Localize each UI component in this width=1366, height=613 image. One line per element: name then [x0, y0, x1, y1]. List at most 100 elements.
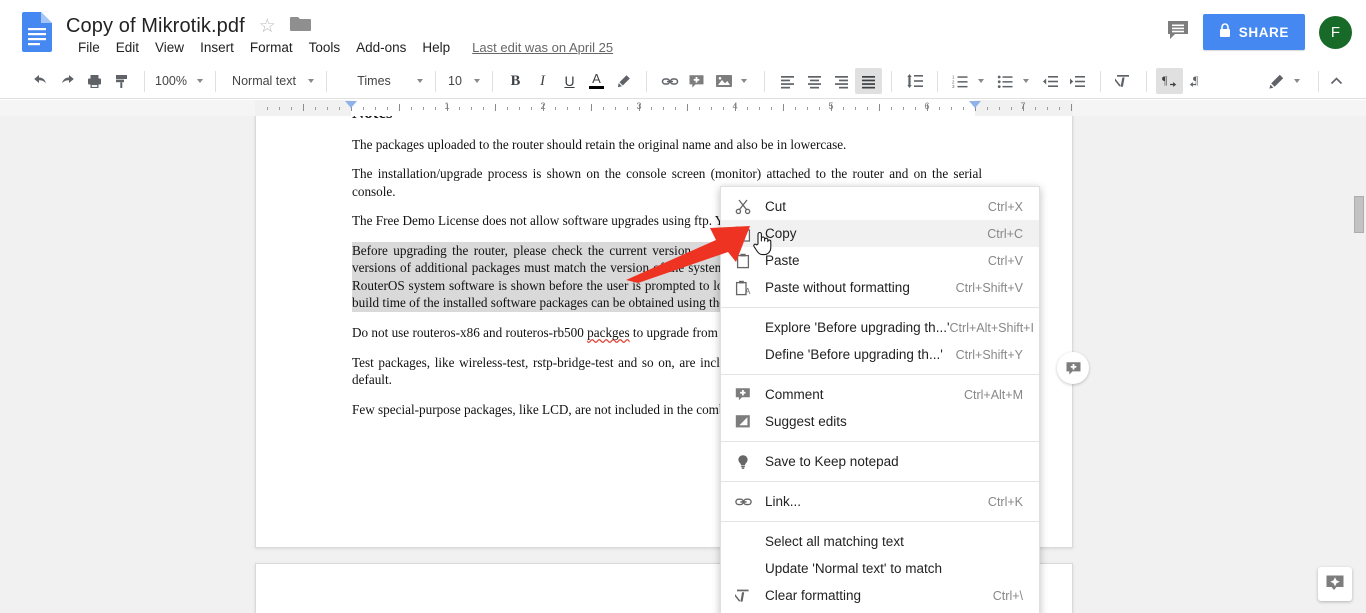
bulleted-list-icon[interactable]	[992, 68, 1019, 94]
toolbar-separator	[215, 70, 216, 92]
cut-scissors-icon	[721, 199, 765, 215]
ruler-tick	[663, 107, 664, 110]
paragraph-style-dropdown[interactable]: Normal text	[220, 68, 322, 94]
context-menu-item-update-normal-text-to-match[interactable]: Update 'Normal text' to match	[721, 555, 1039, 582]
chevron-down-icon	[308, 79, 314, 83]
print-icon[interactable]	[81, 68, 108, 94]
zoom-dropdown[interactable]: 100%	[149, 68, 211, 94]
share-button[interactable]: SHARE	[1202, 14, 1305, 50]
insert-image-icon[interactable]	[710, 68, 737, 94]
context-menu-item-label: Cut	[765, 199, 787, 214]
align-left-icon[interactable]	[774, 68, 801, 94]
bold-label: B	[510, 72, 521, 89]
context-menu-item-paste-without-formatting[interactable]: A Paste without formatting Ctrl+Shift+V	[721, 274, 1039, 301]
misspelled-word[interactable]: packges	[587, 325, 629, 340]
numbered-list-dropdown[interactable]: 123	[947, 68, 992, 94]
star-outline-icon[interactable]: ☆	[259, 17, 276, 36]
paint-format-icon[interactable]	[108, 68, 135, 94]
ruler[interactable]: 1 2 3 4 5 6 7	[255, 100, 1073, 116]
google-docs-icon[interactable]	[22, 12, 52, 52]
decrease-indent-icon[interactable]	[1037, 68, 1064, 94]
insert-image-dropdown[interactable]	[710, 68, 755, 94]
context-menu[interactable]: Cut Ctrl+X Copy Ctrl+C Paste Ctrl+V A Paste wit…	[720, 186, 1040, 613]
page-title[interactable]: Copy of Mikrotik.pdf	[66, 15, 245, 38]
explore-fab[interactable]	[1318, 567, 1352, 601]
context-menu-item-label: Update 'Normal text' to match	[765, 561, 942, 576]
chevron-down-icon	[1294, 79, 1300, 83]
font-size-dropdown[interactable]: 10	[440, 68, 488, 94]
italic-button[interactable]: I	[529, 68, 556, 94]
context-menu-item-define-before-upgrading-th[interactable]: Define 'Before upgrading th...' Ctrl+Shif…	[721, 341, 1039, 368]
ruler-tick	[675, 107, 676, 110]
link-icon[interactable]	[656, 68, 683, 94]
context-menu-item-paste[interactable]: Paste Ctrl+V	[721, 247, 1039, 274]
ruler-tick	[423, 107, 424, 110]
bulleted-list-dropdown[interactable]	[992, 68, 1037, 94]
vertical-scrollbar[interactable]	[1352, 116, 1366, 613]
context-menu-item-shortcut: Ctrl+X	[987, 199, 1023, 214]
share-label: SHARE	[1238, 24, 1289, 40]
menu-file[interactable]: File	[70, 39, 108, 56]
document-canvas: Notes The packages uploaded to the router…	[0, 116, 1352, 613]
numbered-list-icon[interactable]: 123	[947, 68, 974, 94]
menu-tools[interactable]: Tools	[301, 39, 349, 56]
menu-view[interactable]: View	[147, 39, 192, 56]
menu-edit[interactable]: Edit	[108, 39, 147, 56]
avatar[interactable]: F	[1319, 15, 1352, 49]
ruler-tick	[279, 107, 280, 110]
add-comment-icon[interactable]	[683, 68, 710, 94]
context-menu-item-label: Copy	[765, 226, 797, 241]
last-edit-link[interactable]: Last edit was on April 25	[472, 40, 613, 55]
left-to-right-icon[interactable]: ¶	[1156, 68, 1183, 94]
menu-insert[interactable]: Insert	[192, 39, 242, 56]
ruler-tick	[315, 107, 316, 110]
line-spacing-icon[interactable]	[901, 68, 928, 94]
folder-icon[interactable]	[289, 16, 311, 37]
align-center-icon[interactable]	[801, 68, 828, 94]
add-comment-fab[interactable]	[1057, 352, 1089, 384]
underline-button[interactable]: U	[556, 68, 583, 94]
menu-addons[interactable]: Add-ons	[348, 39, 414, 56]
context-menu-item-comment[interactable]: Comment Ctrl+Alt+M	[721, 381, 1039, 408]
document-paragraph[interactable]: The packages uploaded to the router shou…	[352, 136, 982, 154]
menu-format[interactable]: Format	[242, 39, 301, 56]
context-menu-item-suggest-edits[interactable]: Suggest edits	[721, 408, 1039, 435]
ruler-tick	[399, 104, 400, 111]
context-menu-item-clear-formatting[interactable]: Clear formatting Ctrl+\	[721, 582, 1039, 609]
ruler-tick	[819, 107, 820, 110]
ruler-tick	[843, 107, 844, 110]
scrollbar-thumb[interactable]	[1354, 196, 1364, 233]
context-menu-item-link[interactable]: Link... Ctrl+K	[721, 488, 1039, 515]
align-justify-icon[interactable]	[855, 68, 882, 94]
undo-icon[interactable]	[27, 68, 54, 94]
comment-history-icon[interactable]	[1167, 20, 1189, 45]
context-menu-item-save-to-keep-notepad[interactable]: Save to Keep notepad	[721, 448, 1039, 475]
context-menu-item-explore-before-upgrading-th[interactable]: Explore 'Before upgrading th...' Ctrl+Alt…	[721, 314, 1039, 341]
italic-label: I	[540, 72, 545, 89]
context-menu-item-label: Save to Keep notepad	[765, 454, 899, 469]
editing-mode-dropdown[interactable]	[1263, 68, 1308, 94]
increase-indent-icon[interactable]	[1064, 68, 1091, 94]
context-menu-item-select-all-matching-text[interactable]: Select all matching text	[721, 528, 1039, 555]
align-right-icon[interactable]	[828, 68, 855, 94]
clear-formatting-icon[interactable]	[1110, 68, 1137, 94]
font-dropdown[interactable]: Times	[331, 68, 431, 94]
right-to-left-icon[interactable]: ¶	[1183, 68, 1210, 94]
text-color-button[interactable]: A	[583, 68, 610, 94]
ruler-tick	[1071, 104, 1072, 111]
collapse-chevron-up-icon[interactable]	[1323, 68, 1350, 94]
ruler-tick	[327, 107, 328, 110]
redo-icon[interactable]	[54, 68, 81, 94]
highlight-pen-icon[interactable]	[610, 68, 637, 94]
left-indent-marker[interactable]	[345, 101, 357, 108]
bold-button[interactable]: B	[502, 68, 529, 94]
ruler-number: 6	[924, 101, 930, 111]
insert-group	[651, 68, 760, 94]
context-menu-item-copy[interactable]: Copy Ctrl+C	[721, 220, 1039, 247]
right-indent-marker[interactable]	[969, 101, 981, 108]
menu-help[interactable]: Help	[414, 39, 458, 56]
toolbar-separator	[326, 70, 327, 92]
edit-pencil-icon[interactable]	[1263, 68, 1290, 94]
context-menu-item-cut[interactable]: Cut Ctrl+X	[721, 193, 1039, 220]
ruler-tick	[579, 107, 580, 110]
